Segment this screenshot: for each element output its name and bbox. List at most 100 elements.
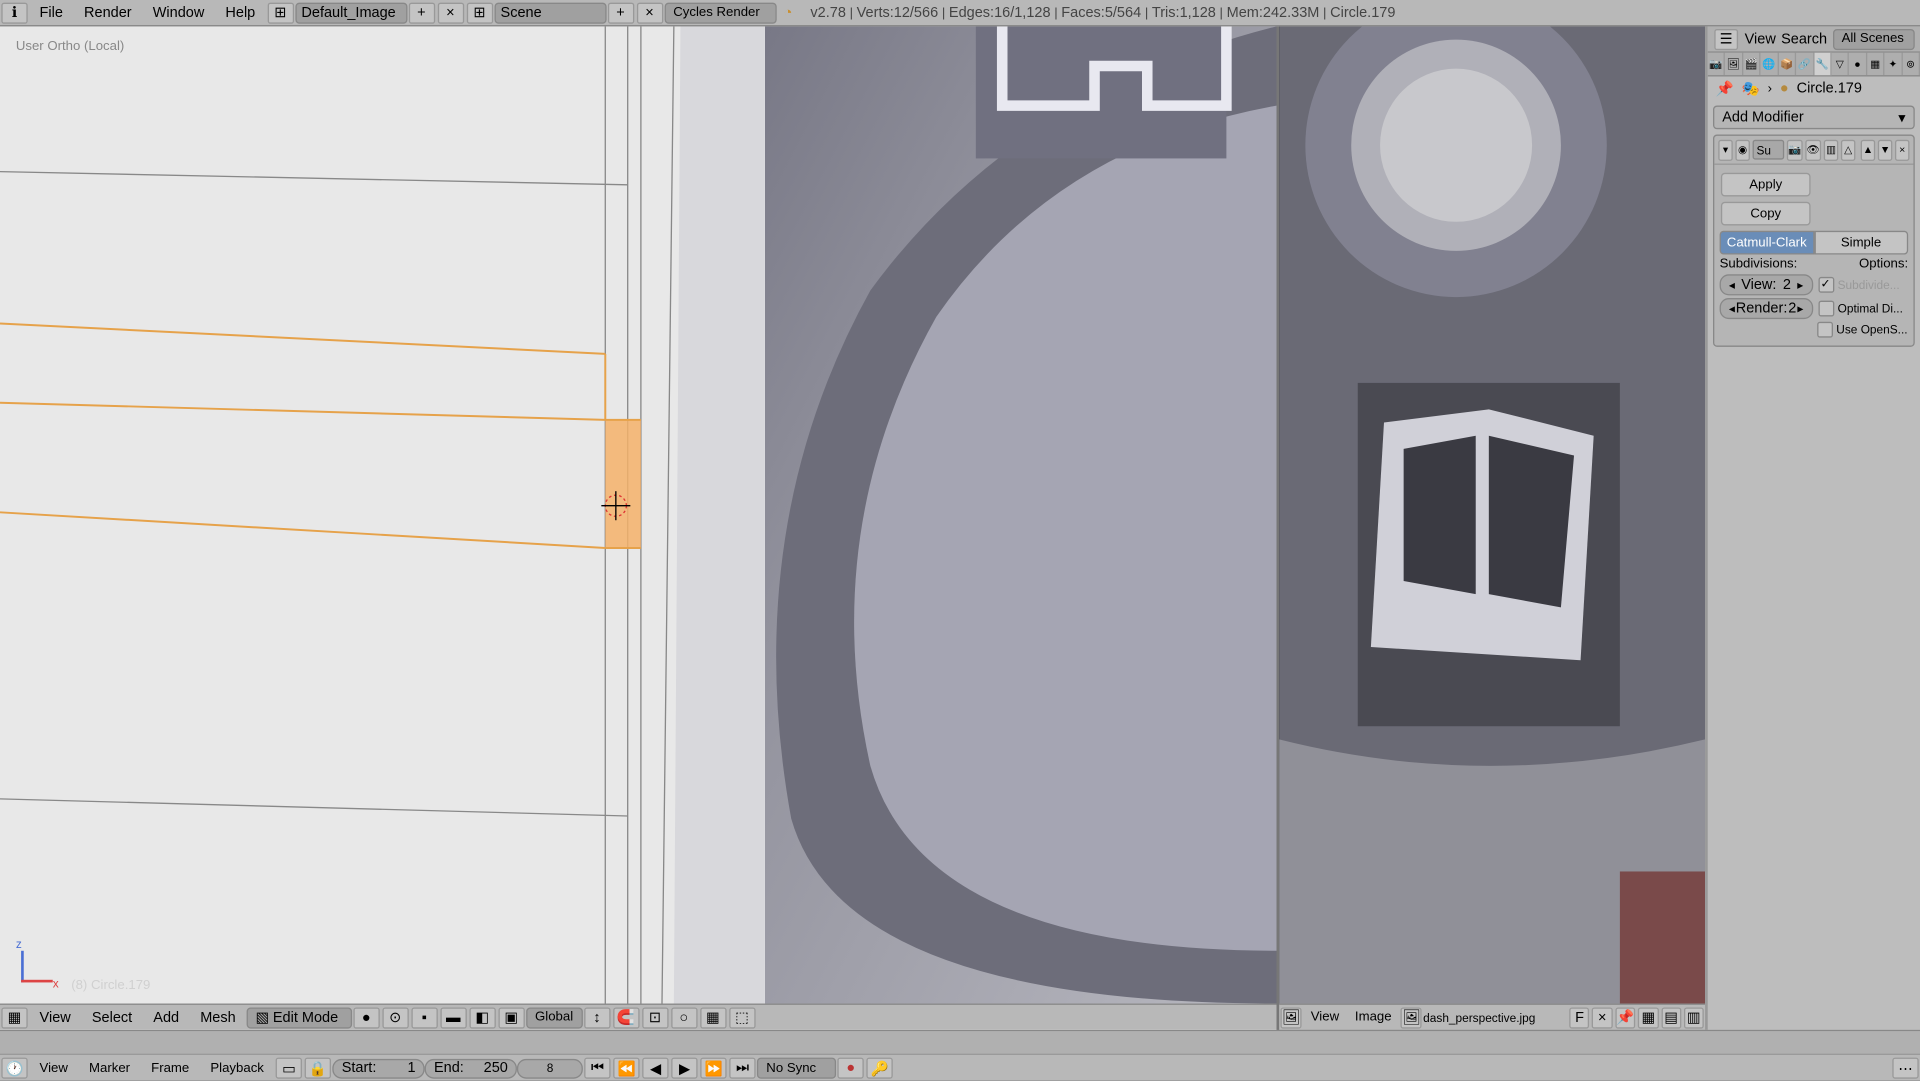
scene-add-icon[interactable]: + <box>607 2 633 23</box>
keying-set-icon[interactable]: 🔑 <box>867 1058 893 1079</box>
end-frame-field[interactable]: End:250 <box>425 1058 517 1078</box>
menu-render[interactable]: Render <box>73 5 142 21</box>
tab-material-icon[interactable]: ● <box>1849 53 1867 75</box>
modifier-expand-icon[interactable]: ▾ <box>1718 139 1732 160</box>
tab-particles-icon[interactable]: ✦ <box>1885 53 1903 75</box>
timeline-menu-marker[interactable]: Marker <box>78 1061 140 1076</box>
proportional-icon[interactable]: ○ <box>671 1007 697 1028</box>
3dview-menu-select[interactable]: Select <box>81 1009 142 1025</box>
channel-rgb-icon[interactable]: ▥ <box>1684 1007 1704 1028</box>
modifier-cage-toggle-icon[interactable]: △ <box>1841 139 1855 160</box>
menu-window[interactable]: Window <box>142 5 215 21</box>
screen-layout-field[interactable]: Default_Image <box>295 2 407 23</box>
tab-world-icon[interactable]: 🌐 <box>1761 53 1779 75</box>
layers-icon[interactable]: ▦ <box>700 1007 726 1028</box>
keyframe-next-icon[interactable]: ⏩ <box>700 1058 726 1079</box>
modifier-name-field[interactable]: Su <box>1753 140 1785 160</box>
pin-image-icon[interactable]: 📌 <box>1615 1007 1636 1028</box>
imgedit-menu-image[interactable]: Image <box>1347 1010 1399 1025</box>
editor-type-image-icon[interactable]: 🖼 <box>1280 1007 1301 1028</box>
add-modifier-button[interactable]: Add Modifier▾ <box>1713 105 1915 129</box>
timeline-options-icon[interactable]: ⋯ <box>1892 1058 1918 1079</box>
play-icon[interactable]: ▶ <box>671 1058 697 1079</box>
pin-icon[interactable]: 📌 <box>1716 80 1734 97</box>
modifier-render-toggle-icon[interactable]: 📷 <box>1787 139 1803 160</box>
lock-range-icon[interactable]: 🔒 <box>305 1058 331 1079</box>
editor-type-timeline-icon[interactable]: 🕐 <box>1 1058 27 1079</box>
timeline-menu-frame[interactable]: Frame <box>141 1061 200 1076</box>
modifier-edit-toggle-icon[interactable]: ▥ <box>1824 139 1838 160</box>
image-browse-icon[interactable]: 🖼 <box>1401 1007 1422 1028</box>
autokey-icon[interactable]: ● <box>838 1058 864 1079</box>
sync-mode-select[interactable]: No Sync <box>757 1058 836 1079</box>
pivot-icon[interactable]: ⊙ <box>382 1007 408 1028</box>
vert-select-icon[interactable]: ▪ <box>411 1007 437 1028</box>
modifier-move-up-icon[interactable]: ▲ <box>1861 139 1875 160</box>
timeline-menu-view[interactable]: View <box>29 1061 78 1076</box>
uv-sel-icon[interactable]: ▦ <box>1638 1007 1658 1028</box>
render-region-icon[interactable]: ⬚ <box>729 1007 755 1028</box>
simple-button[interactable]: Simple <box>1814 231 1908 255</box>
layout-browse-icon[interactable]: ⊞ <box>267 2 293 23</box>
tab-scene-icon[interactable]: 🎬 <box>1743 53 1761 75</box>
image-editor[interactable]: 🖼 View Image 🖼 dash_perspective.jpg F × … <box>1277 26 1706 1030</box>
scene-browse-icon[interactable]: ⊞ <box>466 2 492 23</box>
image-editor-canvas[interactable] <box>1279 26 1705 1003</box>
imgedit-menu-view[interactable]: View <box>1303 1010 1347 1025</box>
modifier-delete-icon[interactable]: × <box>1895 139 1909 160</box>
layout-add-icon[interactable]: + <box>408 2 434 23</box>
tab-constraints-icon[interactable]: 🔗 <box>1796 53 1814 75</box>
tab-physics-icon[interactable]: ⊚ <box>1902 53 1920 75</box>
render-engine-select[interactable]: Cycles Render <box>664 2 776 23</box>
scene-crumb-icon[interactable]: 🎭 <box>1742 80 1760 97</box>
play-reverse-icon[interactable]: ◀ <box>642 1058 668 1079</box>
mode-select[interactable]: ▧ Edit Mode <box>246 1007 351 1028</box>
tab-modifiers-icon[interactable]: 🔧 <box>1814 53 1832 75</box>
scene-field[interactable]: Scene <box>494 2 606 23</box>
opt-opensubdiv-checkbox[interactable] <box>1817 322 1833 338</box>
props-scenes-select[interactable]: All Scenes <box>1832 28 1914 49</box>
menu-help[interactable]: Help <box>215 5 266 21</box>
image-fake-user-icon[interactable]: F <box>1570 1007 1590 1028</box>
3dview-menu-add[interactable]: Add <box>143 1009 190 1025</box>
layout-remove-icon[interactable]: × <box>437 2 463 23</box>
3dview-menu-mesh[interactable]: Mesh <box>190 1009 247 1025</box>
catmull-clark-button[interactable]: Catmull-Clark <box>1720 231 1814 255</box>
opt-subdivide-uv-checkbox[interactable] <box>1818 277 1834 293</box>
jump-end-icon[interactable]: ⏭ <box>729 1058 755 1079</box>
tab-texture-icon[interactable]: ▦ <box>1867 53 1885 75</box>
keyframe-prev-icon[interactable]: ⏪ <box>613 1058 639 1079</box>
subdiv-render-field[interactable]: ◂ Render: 2 ▸ <box>1720 298 1813 319</box>
editor-type-props-icon[interactable]: ☰ <box>1714 28 1738 49</box>
modifier-copy-button[interactable]: Copy <box>1721 202 1811 226</box>
viewport-canvas[interactable] <box>0 26 1277 1003</box>
modifier-move-down-icon[interactable]: ▼ <box>1878 139 1892 160</box>
tab-data-icon[interactable]: ▽ <box>1832 53 1850 75</box>
limit-select-icon[interactable]: ▣ <box>498 1007 524 1028</box>
modifier-apply-button[interactable]: Apply <box>1721 173 1811 197</box>
timeline-track[interactable] <box>0 1031 1920 1055</box>
snap-type-icon[interactable]: ⊡ <box>642 1007 668 1028</box>
opt-optimal-display-checkbox[interactable] <box>1818 301 1834 317</box>
image-filename-field[interactable]: dash_perspective.jpg <box>1423 1011 1568 1024</box>
start-frame-field[interactable]: Start:1 <box>332 1058 424 1078</box>
manipulator-icon[interactable]: ↕ <box>584 1007 610 1028</box>
image-unlink-icon[interactable]: × <box>1592 1007 1612 1028</box>
orientation-select[interactable]: Global <box>526 1007 583 1028</box>
tab-render-layers-icon[interactable]: 🖼 <box>1725 53 1743 75</box>
edge-select-icon[interactable]: ▬ <box>440 1007 466 1028</box>
props-view-label[interactable]: View <box>1745 31 1776 47</box>
tab-render-icon[interactable]: 📷 <box>1708 53 1726 75</box>
subdiv-view-field[interactable]: ◂ View: 2 ▸ <box>1720 274 1813 295</box>
editor-type-3dview-icon[interactable]: ▦ <box>1 1007 27 1028</box>
timeline-menu-playback[interactable]: Playback <box>200 1061 275 1076</box>
props-search-label[interactable]: Search <box>1781 31 1827 47</box>
editor-type-info-icon[interactable]: ℹ <box>1 2 27 23</box>
snap-toggle-icon[interactable]: 🧲 <box>613 1007 639 1028</box>
shading-icon[interactable]: ● <box>353 1007 379 1028</box>
3dview-menu-view[interactable]: View <box>29 1009 81 1025</box>
tab-object-icon[interactable]: 📦 <box>1779 53 1797 75</box>
breadcrumb-object[interactable]: Circle.179 <box>1797 80 1862 96</box>
face-select-icon[interactable]: ◧ <box>469 1007 495 1028</box>
modifier-viewport-toggle-icon[interactable]: 👁 <box>1805 139 1821 160</box>
